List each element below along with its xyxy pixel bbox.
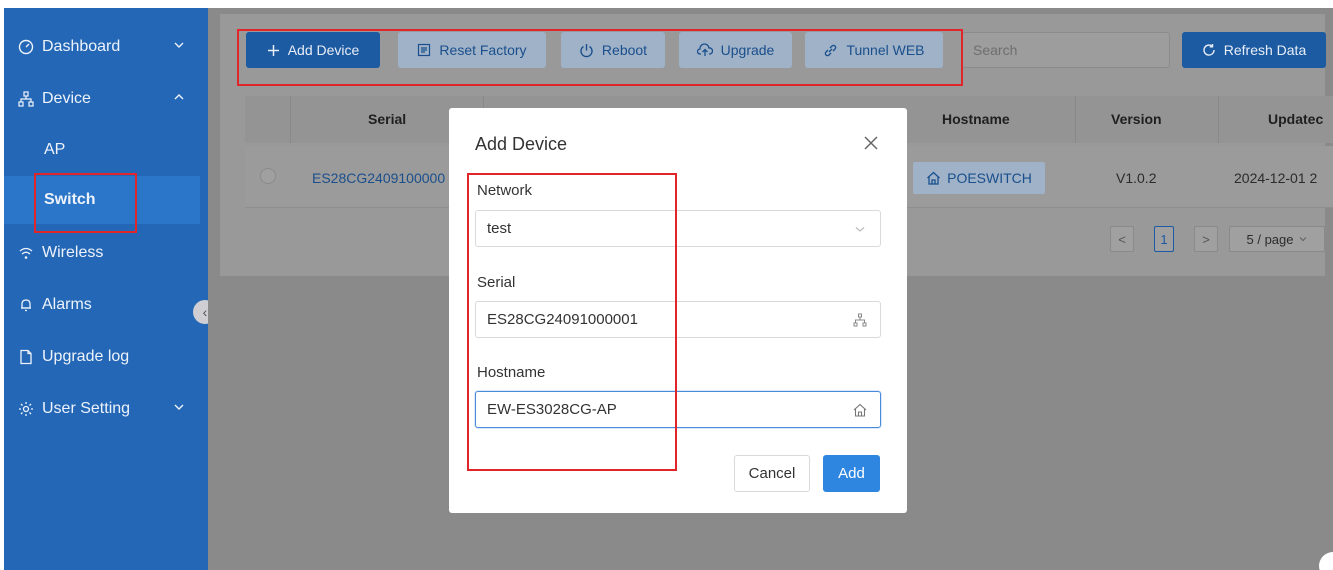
device-tree-icon (18, 91, 34, 107)
column-header-updated[interactable]: Updatec (1268, 111, 1323, 127)
sidebar-item-alarms[interactable]: Alarms (4, 282, 208, 328)
dashboard-icon (18, 39, 34, 55)
sidebar-item-label: Upgrade log (42, 348, 130, 365)
add-label: Add (838, 465, 865, 482)
sidebar-item-dashboard[interactable]: Dashboard (4, 24, 208, 70)
pagination-next-button[interactable]: > (1194, 226, 1218, 252)
sidebar-item-label: User Setting (42, 400, 131, 417)
chevron-down-icon (852, 221, 868, 237)
refresh-data-label: Refresh Data (1223, 42, 1307, 58)
row-version: V1.0.2 (1116, 170, 1157, 186)
cancel-label: Cancel (748, 465, 796, 482)
row-select-radio[interactable] (260, 168, 276, 184)
row-hostname-label: POESWITCH (947, 170, 1032, 186)
chevron-down-icon (1299, 237, 1306, 242)
sidebar-item-label: Dashboard (42, 38, 121, 55)
column-header-serial[interactable]: Serial (368, 111, 406, 127)
refresh-data-button[interactable]: Refresh Data (1182, 32, 1326, 68)
cancel-button[interactable]: Cancel (734, 455, 810, 492)
close-icon[interactable] (862, 134, 880, 152)
sidebar-item-label: Wireless (42, 244, 104, 261)
highlight-toolbar-box (237, 29, 963, 86)
home-icon (927, 171, 941, 185)
sidebar-item-device[interactable]: Device (4, 76, 208, 122)
row-serial-link[interactable]: ES28CG2409100000 (312, 170, 445, 186)
sidebar-subitem-ap[interactable]: AP (4, 126, 200, 174)
wifi-icon (18, 245, 34, 261)
home-icon (852, 402, 868, 418)
pagination-prev-button[interactable]: < (1110, 226, 1134, 252)
column-divider (290, 96, 291, 143)
sidebar-item-user-setting[interactable]: User Setting (4, 386, 208, 432)
chevron-left-icon: ‹ (202, 304, 208, 320)
search-input[interactable] (962, 32, 1170, 68)
sidebar-subitem-label: AP (44, 141, 66, 158)
gear-icon (18, 401, 34, 417)
column-divider (1075, 96, 1076, 143)
chevron-down-icon (172, 38, 186, 52)
highlight-switch-box (34, 173, 137, 233)
row-hostname-button[interactable]: POESWITCH (913, 162, 1045, 194)
column-divider (1218, 96, 1219, 143)
chevron-right-icon: > (1202, 231, 1210, 247)
refresh-icon (1203, 44, 1215, 56)
chevron-up-icon (172, 90, 186, 104)
sidebar-item-upgrade-log[interactable]: Upgrade log (4, 334, 208, 380)
chevron-left-icon: < (1118, 231, 1126, 247)
column-header-hostname[interactable]: Hostname (942, 111, 1010, 127)
page-number: 1 (1160, 231, 1168, 247)
page-size-select[interactable]: 5 / page (1229, 226, 1325, 252)
sidebar-item-label: Alarms (42, 296, 92, 313)
highlight-form-box (467, 173, 677, 471)
column-header-version[interactable]: Version (1111, 111, 1162, 127)
row-updated: 2024-12-01 2 (1234, 170, 1318, 186)
device-tree-icon (852, 312, 868, 328)
page-size-label: 5 / page (1246, 231, 1294, 247)
sidebar: Dashboard Device AP Switch Wireless Alar… (4, 8, 208, 570)
sidebar-item-wireless[interactable]: Wireless (4, 230, 208, 276)
file-icon (18, 349, 34, 365)
bell-icon (18, 297, 34, 313)
add-button[interactable]: Add (823, 455, 880, 492)
pagination-page-1[interactable]: 1 (1154, 226, 1174, 252)
sidebar-item-label: Device (42, 90, 91, 107)
modal-title: Add Device (475, 134, 568, 154)
chevron-down-icon (172, 400, 186, 414)
